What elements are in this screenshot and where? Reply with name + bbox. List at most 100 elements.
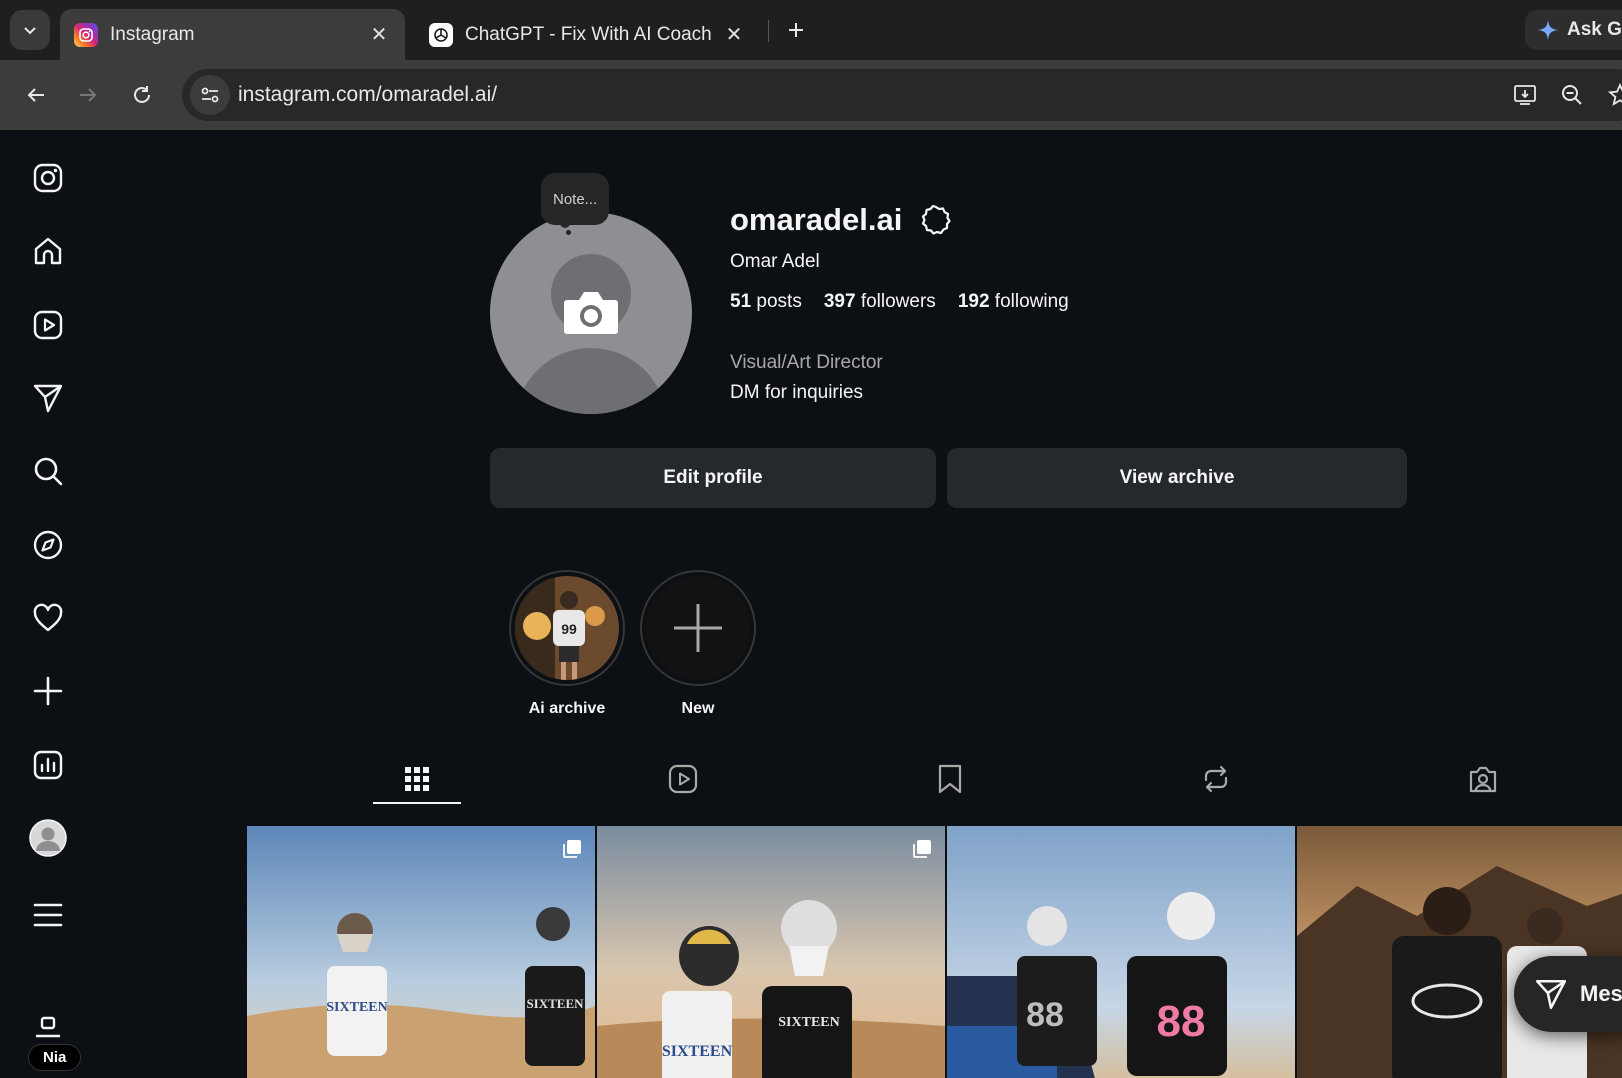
instagram-profile-page: Nia Note... omaradel.ai Omar Adel 51 pos… xyxy=(0,130,1622,1078)
install-app-button[interactable] xyxy=(1512,81,1540,109)
sidebar-item-threads[interactable]: Nia xyxy=(28,1016,92,1072)
star-icon xyxy=(1608,83,1622,106)
sidebar-item-search[interactable] xyxy=(28,451,68,491)
svg-text:88: 88 xyxy=(1026,996,1064,1034)
arrow-left-icon xyxy=(27,88,44,102)
profile-avatar[interactable] xyxy=(490,212,692,414)
post-tile[interactable] xyxy=(1297,826,1622,1078)
heart-icon xyxy=(33,603,63,632)
arrow-right-icon xyxy=(80,88,97,102)
insights-icon xyxy=(33,750,63,780)
following-stat[interactable]: 192 following xyxy=(958,291,1069,313)
tab-tagged[interactable] xyxy=(1439,754,1527,804)
instagram-logo-icon xyxy=(33,163,63,193)
followers-count: 397 xyxy=(823,291,856,312)
url-text: instagram.com/omaradel.ai/ xyxy=(238,83,498,106)
post-image: SIXTEEN SIXTEEN xyxy=(597,826,945,1078)
svg-text:SIXTEEN: SIXTEEN xyxy=(778,1015,839,1030)
svg-text:SIXTEEN: SIXTEEN xyxy=(326,1000,387,1015)
highlight-new[interactable]: New xyxy=(640,570,756,718)
user-pill: Nia xyxy=(28,1044,82,1071)
paper-plane-icon xyxy=(1535,979,1567,1010)
edit-profile-button[interactable]: Edit profile xyxy=(490,448,936,508)
sidebar-item-reels[interactable] xyxy=(28,305,68,345)
tab-reposts[interactable] xyxy=(1172,754,1260,804)
highlight-ring: 99 xyxy=(509,570,625,686)
highlight-ai-archive[interactable]: 99 Ai archive xyxy=(509,570,625,718)
profile-tabs xyxy=(247,754,1622,804)
posts-count: 51 xyxy=(730,291,752,312)
site-info-button[interactable] xyxy=(190,75,230,115)
bookmark-star-button[interactable] xyxy=(1606,81,1622,109)
carousel-icon xyxy=(563,840,581,858)
tab-search-button[interactable] xyxy=(10,10,50,50)
posts-label: posts xyxy=(756,291,802,312)
avatar-body-shape xyxy=(515,348,667,414)
followers-stat[interactable]: 397 followers xyxy=(824,291,936,313)
svg-text:SIXTEEN: SIXTEEN xyxy=(662,1043,733,1060)
sidebar-item-profile[interactable] xyxy=(28,818,68,858)
forward-button[interactable] xyxy=(68,75,108,115)
post-tile[interactable]: 88 88 xyxy=(947,826,1295,1078)
back-button[interactable] xyxy=(16,75,56,115)
svg-text:SIXTEEN: SIXTEEN xyxy=(526,996,584,1011)
ask-gemini-button[interactable]: Ask G xyxy=(1525,10,1622,50)
profile-stats: 51 posts 397 followers 192 following xyxy=(730,291,1069,313)
post-tile[interactable]: SIXTEEN SIXTEEN xyxy=(597,826,945,1078)
svg-text:99: 99 xyxy=(561,621,577,637)
grid-icon xyxy=(405,767,429,791)
profile-full-name: Omar Adel xyxy=(730,251,820,272)
close-tab-icon[interactable]: ✕ xyxy=(367,22,391,47)
note-bubble-tail xyxy=(560,218,570,228)
tagged-user-icon xyxy=(1469,766,1497,793)
sparkle-icon xyxy=(1538,20,1558,40)
camera-icon xyxy=(564,292,618,334)
home-icon xyxy=(34,237,62,265)
messages-float-label: Mes xyxy=(1580,981,1622,1006)
tab-chatgpt[interactable]: ChatGPT - Fix With AI Coach ✕ xyxy=(415,9,760,60)
sidebar-item-home[interactable] xyxy=(28,231,68,271)
highlight-cover-image: 99 xyxy=(515,576,619,680)
sidebar-item-explore[interactable] xyxy=(28,525,68,565)
post-tile[interactable]: SIXTEEN SIXTEEN xyxy=(247,826,595,1078)
address-bar[interactable]: instagram.com/omaradel.ai/ xyxy=(182,69,1622,121)
sidebar-item-notifications[interactable] xyxy=(28,598,68,638)
tab-separator xyxy=(768,20,769,42)
sidebar-item-instagram[interactable] xyxy=(28,158,68,198)
zoom-button[interactable] xyxy=(1558,81,1586,109)
avatar-icon xyxy=(29,819,67,857)
reload-button[interactable] xyxy=(122,75,162,115)
compass-icon xyxy=(33,530,63,560)
search-icon xyxy=(34,457,63,486)
carousel-icon xyxy=(913,840,931,858)
following-count: 192 xyxy=(957,291,990,312)
profile-category: Visual/Art Director xyxy=(730,352,883,373)
new-tab-button[interactable] xyxy=(780,14,812,46)
browser-toolbar: instagram.com/omaradel.ai/ xyxy=(0,60,1622,130)
new-highlight-circle xyxy=(646,576,750,680)
post-grid: SIXTEEN SIXTEEN SIXTEEN SIXTEEN 88 88 xyxy=(247,826,1622,1078)
tab-saved[interactable] xyxy=(906,754,994,804)
bookmark-icon xyxy=(938,764,962,794)
sidebar-item-dashboard[interactable] xyxy=(28,745,68,785)
view-archive-button[interactable]: View archive xyxy=(947,448,1407,508)
reload-icon xyxy=(134,86,150,103)
chatgpt-favicon-icon xyxy=(429,22,453,47)
zoom-out-icon xyxy=(1562,85,1582,105)
post-image: 88 88 xyxy=(947,826,1295,1078)
close-tab-icon[interactable]: ✕ xyxy=(722,22,746,47)
sidebar-item-create[interactable] xyxy=(28,671,68,711)
post-image: SIXTEEN SIXTEEN xyxy=(247,826,595,1078)
instagram-favicon-icon xyxy=(74,22,98,47)
profile-username: omaradel.ai xyxy=(730,202,903,237)
sidebar-item-more[interactable] xyxy=(28,895,68,935)
settings-gear-icon[interactable] xyxy=(920,204,952,236)
tab-reels[interactable] xyxy=(639,754,727,804)
paper-plane-icon xyxy=(33,384,63,413)
tab-instagram[interactable]: Instagram ✕ xyxy=(60,9,405,60)
note-bubble[interactable]: Note... xyxy=(541,173,610,225)
messages-float-button[interactable]: Mes xyxy=(1514,956,1622,1032)
sidebar-nav: Nia xyxy=(0,130,96,1078)
sidebar-item-messages[interactable] xyxy=(28,378,68,418)
tab-posts[interactable] xyxy=(373,754,461,804)
